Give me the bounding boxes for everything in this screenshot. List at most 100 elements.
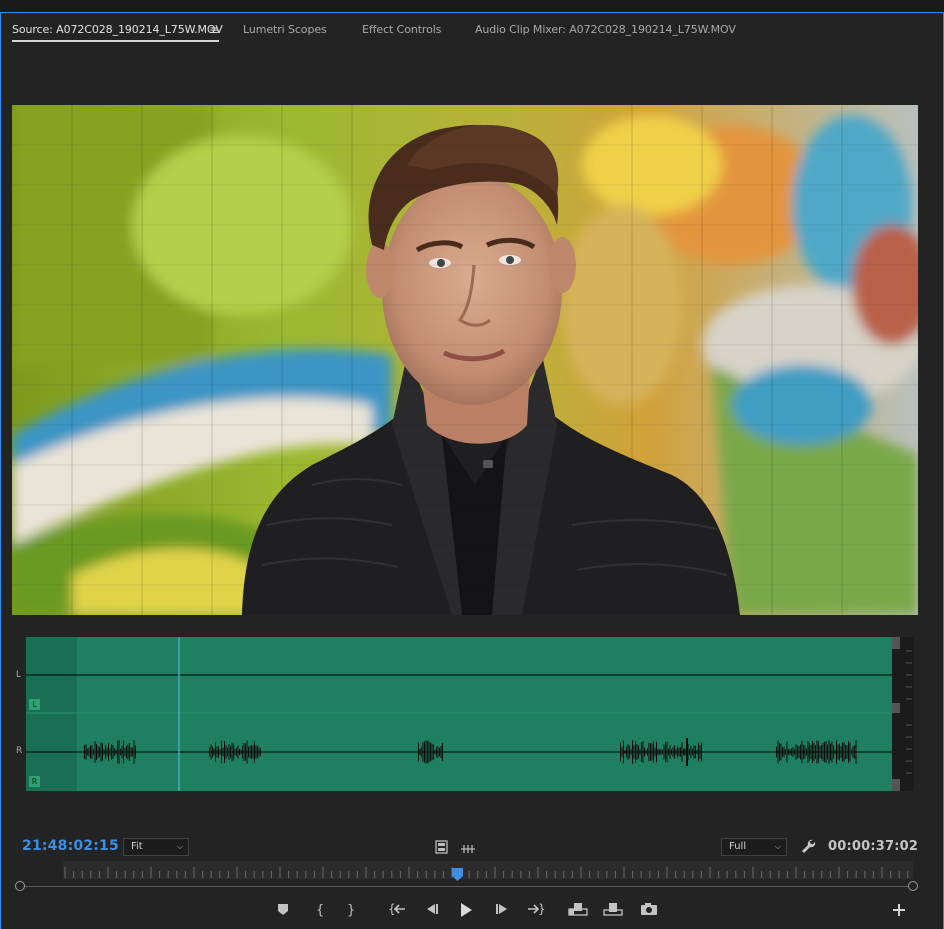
tab-source[interactable]: Source: A072C028_190214_L75W.MOV — [12, 23, 223, 36]
waveform-sample — [783, 746, 785, 758]
chevron-down-icon: ⌵ — [774, 842, 781, 851]
waveform-sample — [696, 749, 698, 755]
waveform-sample — [695, 745, 696, 759]
waveform-sample — [242, 745, 243, 759]
duration-timecode: 00:00:37:02 — [828, 839, 919, 854]
waveform-sample — [439, 747, 440, 757]
channel-label-left: L — [16, 670, 22, 680]
video-preview[interactable] — [12, 105, 918, 615]
waveform-sample — [683, 748, 684, 756]
waveform-sample — [425, 740, 427, 764]
waveform-sample — [810, 745, 812, 759]
waveform-sample — [96, 744, 97, 760]
waveform-sample — [130, 747, 132, 757]
drag-video-only-icon[interactable] — [435, 839, 448, 858]
step-back-button[interactable] — [424, 902, 446, 920]
waveform-sample — [699, 745, 701, 759]
waveform-sample — [677, 746, 678, 758]
waveform-sample — [246, 740, 248, 764]
playback-resolution-dropdown[interactable]: Full ⌵ — [721, 838, 787, 856]
play-button[interactable] — [458, 902, 480, 920]
tab-lumetri-scopes[interactable]: Lumetri Scopes — [243, 23, 327, 36]
add-marker-button[interactable] — [276, 902, 298, 920]
waveform-sample — [212, 746, 213, 758]
zoom-scroll-track[interactable] — [18, 886, 914, 887]
tab-audio-clip-mixer[interactable]: Audio Clip Mixer: A072C028_190214_L75W.M… — [475, 23, 736, 36]
zoom-handle-left[interactable] — [15, 881, 25, 891]
waveform-sample — [776, 746, 777, 758]
step-forward-button[interactable] — [494, 902, 516, 920]
waveform-sample — [422, 742, 424, 762]
waveform-sample — [674, 745, 675, 759]
waveform-sample — [801, 740, 803, 764]
window-top-strip — [0, 0, 944, 12]
go-to-out-button[interactable]: } — [527, 902, 549, 920]
waveform-sample — [641, 742, 642, 762]
playback-resolution-value: Full — [729, 841, 747, 852]
waveform-meter-strip[interactable] — [892, 637, 914, 791]
ruler-ticks — [64, 867, 909, 878]
waveform-sample — [818, 741, 819, 763]
wrench-icon[interactable] — [800, 838, 816, 858]
waveform-sample — [852, 746, 854, 758]
waveform-graph — [26, 637, 892, 791]
waveform-sample — [675, 749, 677, 755]
waveform-sample — [701, 742, 702, 762]
waveform-sample — [260, 747, 261, 757]
go-to-in-button[interactable]: { — [388, 902, 410, 920]
overwrite-button[interactable] — [603, 901, 625, 919]
zoom-handle-right[interactable] — [908, 881, 918, 891]
tab-effect-controls[interactable]: Effect Controls — [362, 23, 441, 36]
waveform-sample — [234, 748, 236, 756]
waveform-sample — [648, 742, 650, 762]
waveform-sample — [692, 748, 693, 756]
waveform-sample — [651, 743, 653, 761]
waveform-sample — [218, 746, 219, 758]
mark-in-button[interactable]: { — [314, 902, 336, 920]
waveform-sample — [120, 748, 121, 756]
waveform-sample — [807, 741, 809, 763]
waveform-sample — [665, 741, 666, 763]
waveform-sample — [815, 745, 816, 759]
camera-icon[interactable] — [640, 902, 662, 920]
waveform-sample — [428, 741, 430, 763]
zoom-level-dropdown[interactable]: Fit ⌵ — [123, 838, 189, 856]
waveform-sample — [851, 749, 852, 755]
waveform-sample — [671, 749, 672, 755]
waveform-sample — [84, 745, 85, 759]
waveform-sample — [124, 748, 126, 756]
waveform-sample — [209, 747, 210, 757]
current-timecode[interactable]: 21:48:02:15 — [22, 838, 119, 854]
waveform-sample — [804, 745, 806, 759]
insert-button[interactable] — [568, 901, 590, 919]
waveform-sample — [785, 749, 786, 755]
waveform-sample — [690, 745, 692, 759]
waveform-sample — [644, 747, 645, 757]
waveform-sample — [668, 748, 669, 756]
waveform-sample — [210, 744, 212, 760]
waveform-sample — [698, 742, 699, 762]
waveform-sample — [249, 745, 251, 759]
plus-icon[interactable] — [892, 903, 914, 921]
waveform-sample — [678, 747, 680, 757]
waveform-sample — [221, 740, 222, 764]
waveform-sample — [630, 749, 632, 755]
drag-audio-only-icon[interactable] — [460, 840, 476, 859]
waveform-sample — [99, 747, 100, 757]
waveform-sample — [105, 745, 106, 759]
waveform-sample — [834, 749, 836, 755]
waveform-sample — [245, 743, 246, 761]
audio-waveform[interactable]: L R — [26, 637, 892, 791]
waveform-sample — [794, 749, 795, 755]
waveform-sample — [123, 740, 124, 764]
mark-out-button[interactable]: } — [345, 902, 367, 920]
waveform-sample — [821, 745, 822, 759]
waveform-sample — [797, 745, 798, 759]
waveform-sample — [662, 749, 663, 755]
time-ruler[interactable] — [63, 861, 913, 879]
waveform-sample — [257, 745, 258, 759]
waveform-sample — [624, 749, 626, 755]
waveform-sample — [135, 745, 136, 759]
playhead-marker[interactable] — [452, 866, 463, 885]
panel-menu-icon[interactable]: ≡ — [209, 23, 219, 37]
